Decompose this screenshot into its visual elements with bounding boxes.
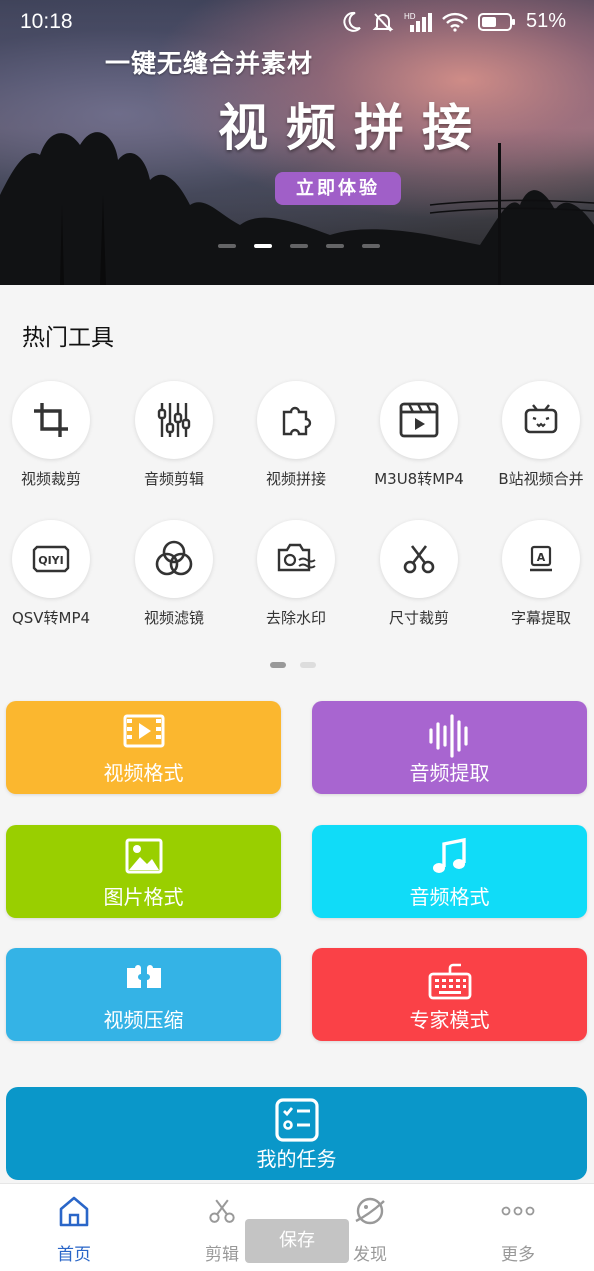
video-format-card[interactable]: 视频格式 [6, 701, 281, 794]
banner-dot[interactable] [326, 244, 344, 248]
expert-mode-card[interactable]: 专家模式 [312, 948, 587, 1041]
tools-page-dot[interactable] [300, 662, 316, 668]
tool-icon-circle: A [502, 520, 580, 598]
camera-watermark-icon [277, 543, 316, 572]
tool-label: 字幕提取 [510, 609, 571, 627]
tool-icon-circle [135, 381, 213, 459]
tool-m3u8-to-mp4[interactable]: M3U8转MP4 [364, 381, 474, 489]
tools-page-dot-active[interactable] [270, 662, 286, 668]
tools-pagination [270, 662, 316, 668]
waveform-icon [428, 714, 468, 758]
battery-icon [477, 12, 515, 31]
tool-label: 尺寸裁剪 [388, 609, 449, 627]
subtitle-icon: A [530, 545, 552, 572]
tool-icon-circle: QIYI [12, 520, 90, 598]
bilibili-icon [524, 404, 558, 434]
status-icons: HD 51% [342, 10, 566, 33]
tool-label: B站视频合并 [498, 470, 584, 488]
card-label: 视频压缩 [103, 1008, 184, 1032]
banner-dot[interactable] [362, 244, 380, 248]
tool-qsv-to-mp4[interactable]: QIYI QSV转MP4 [0, 520, 106, 628]
home-icon [59, 1196, 89, 1227]
svg-text:A: A [537, 551, 546, 564]
save-toast: 保存 [245, 1219, 349, 1263]
mute-bell-icon [372, 12, 394, 32]
nav-item-home[interactable]: 首页 [24, 1194, 124, 1265]
tool-icon-circle [380, 520, 458, 598]
audio-extract-card[interactable]: 音频提取 [312, 701, 587, 794]
svg-text:QIYI: QIYI [38, 554, 64, 567]
tool-label: 视频滤镜 [143, 609, 204, 627]
crop-icon [34, 403, 68, 437]
tool-audio-edit[interactable]: 音频剪辑 [119, 381, 229, 489]
nav-label: 首页 [57, 1245, 91, 1265]
tool-icon-circle [257, 381, 335, 459]
card-label: 音频提取 [409, 761, 490, 785]
card-label: 专家模式 [409, 1008, 490, 1032]
tool-label: QSV转MP4 [11, 609, 91, 627]
keyboard-icon [428, 963, 471, 1000]
audio-format-card[interactable]: 音频格式 [312, 825, 587, 918]
music-note-icon [432, 837, 466, 873]
checklist-icon [274, 1098, 319, 1142]
wifi-icon [442, 12, 468, 32]
puzzle-icon [282, 406, 312, 436]
banner-dot[interactable] [218, 244, 236, 248]
card-label: 我的任务 [256, 1147, 337, 1171]
scissors-icon [209, 1199, 235, 1223]
film-icon [123, 714, 164, 748]
card-label: 图片格式 [103, 885, 184, 909]
tool-label: 视频裁剪 [20, 470, 81, 488]
tool-size-crop[interactable]: 尺寸裁剪 [364, 520, 474, 628]
compress-icon [126, 965, 161, 988]
iqiyi-icon: QIYI [32, 545, 70, 573]
my-tasks-card[interactable]: 我的任务 [6, 1087, 587, 1180]
tool-label: 去除水印 [265, 609, 326, 627]
banner-dot[interactable] [290, 244, 308, 248]
image-icon [125, 838, 162, 874]
battery-percentage: 51% [525, 10, 566, 32]
planet-icon [355, 1197, 385, 1225]
svg-text:HD: HD [404, 12, 416, 21]
tool-video-crop[interactable]: 视频裁剪 [0, 381, 106, 489]
banner-title: 视频拼接 [218, 99, 490, 157]
banner-dot-active[interactable] [254, 244, 272, 248]
signal-icon: HD [404, 12, 432, 32]
scissors-icon [403, 545, 435, 574]
banner-carousel[interactable]: 10:18 HD 51% 一键无缝合并素材 视频拼接 立即体验 [0, 0, 594, 285]
banner-pagination [218, 244, 380, 248]
more-dots-icon [501, 1206, 535, 1216]
video-compress-card[interactable]: 视频压缩 [6, 948, 281, 1041]
image-format-card[interactable]: 图片格式 [6, 825, 281, 918]
tool-icon-circle [257, 520, 335, 598]
tool-icon-circle [380, 381, 458, 459]
tool-label: M3U8转MP4 [374, 470, 464, 488]
tool-video-filter[interactable]: 视频滤镜 [119, 520, 229, 628]
tool-video-merge[interactable]: 视频拼接 [241, 381, 351, 489]
sliders-icon [157, 403, 191, 437]
try-now-button[interactable]: 立即体验 [275, 172, 401, 205]
hot-tools-title: 热门工具 [22, 325, 114, 351]
status-bar: 10:18 HD 51% [0, 0, 594, 44]
card-label: 音频格式 [409, 885, 490, 909]
status-time: 10:18 [20, 10, 73, 33]
nav-item-more[interactable]: 更多 [468, 1194, 568, 1265]
filter-circles-icon [155, 540, 193, 576]
tool-label: 视频拼接 [265, 470, 326, 488]
tool-icon-circle [12, 381, 90, 459]
clapperboard-icon [399, 402, 439, 438]
banner-tagline: 一键无缝合并素材 [105, 49, 314, 78]
card-label: 视频格式 [103, 761, 184, 785]
tool-bilibili-merge[interactable]: B站视频合并 [486, 381, 594, 489]
moon-icon [343, 11, 361, 32]
tool-icon-circle [502, 381, 580, 459]
tool-icon-circle [135, 520, 213, 598]
tool-subtitle-extract[interactable]: A 字幕提取 [486, 520, 594, 628]
tool-remove-watermark[interactable]: 去除水印 [241, 520, 351, 628]
nav-label: 更多 [501, 1245, 535, 1265]
tool-label: 音频剪辑 [143, 470, 204, 488]
